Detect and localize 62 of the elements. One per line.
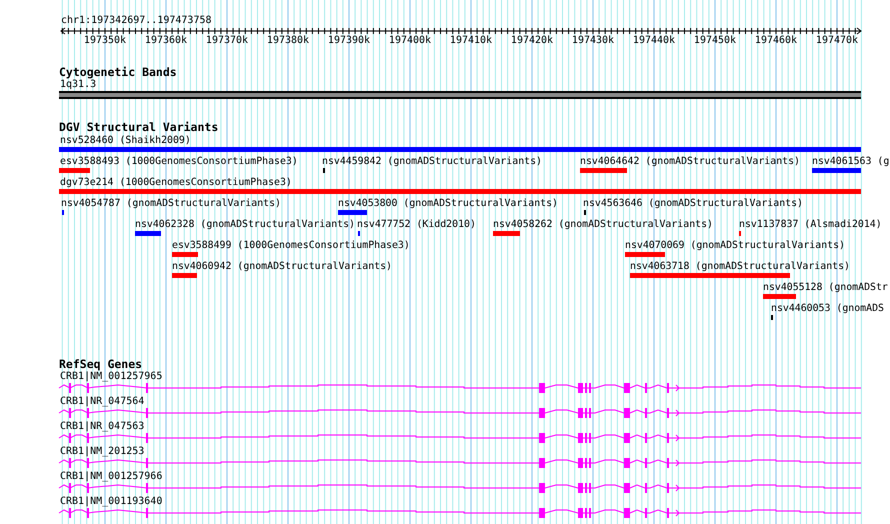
tick-label: 197400k [388,35,432,47]
transcript-label: CRB1|NM_001257966 [60,471,162,483]
tick-label: 197440k [632,35,676,47]
variant-label: nsv1137837 (Alsmadi2014) [739,218,882,231]
tick-label: 197350k [82,35,128,47]
gene-model-drawing[interactable] [58,508,862,518]
location-label: chr1:197342697..197473758 [61,15,212,27]
gene-model-drawing[interactable] [58,383,862,393]
gene-model-drawing[interactable] [58,408,862,418]
transcript-label: CRB1|NR_047563 [60,421,144,433]
variant-bar[interactable] [625,252,665,257]
variant-label: nsv477752 (Kidd2010) [357,218,476,231]
track-title: DGV Structural Variants [59,121,218,134]
variant-label: nsv4058262 (gnomADStructuralVariants) [493,218,713,231]
tick-label: 197410k [448,35,494,47]
variant-label: nsv4063718 (gnomADStructuralVariants) [630,260,850,273]
variant-label: nsv4459842 (gnomADStructuralVariants) [322,155,542,168]
tick-label: 197460k [754,35,798,47]
tick-label: 197360k [144,35,188,47]
variant-label: nsv4061563 (g [812,155,890,168]
track-title: RefSeq Genes [59,358,142,371]
variant-label: nsv4054787 (gnomADStructuralVariants) [61,197,281,210]
variant-label: dgv73e214 (1000GenomesConsortiumPhase3) [60,176,292,189]
variant-label: nsv4460053 (gnomADS [771,302,884,315]
transcript-label: CRB1|NM_001257965 [60,371,162,383]
variant-bar[interactable] [59,168,90,173]
variant-label: nsv4563646 (gnomADStructuralVariants) [583,197,803,210]
tick-label: 197380k [266,35,310,47]
variant-bar[interactable] [59,147,861,152]
variant-label: nsv4070069 (gnomADStructuralVariants) [625,239,845,252]
gene-model-drawing[interactable] [58,458,862,468]
tick-label: 197450k [692,35,738,47]
variant-bar[interactable] [59,189,861,194]
variant-bar[interactable] [338,210,367,215]
tick-label: 197420k [510,35,554,47]
variant-bar[interactable] [172,273,197,278]
variant-label: nsv4060942 (gnomADStructuralVariants) [172,260,392,273]
transcript-label: CRB1|NR_047564 [60,396,144,408]
variant-label: esv3588493 (1000GenomesConsortiumPhase3) [60,155,298,168]
variant-bar[interactable] [580,168,627,173]
variant-bar[interactable] [172,252,198,257]
variant-bar[interactable] [630,273,790,278]
tick-label: 197430k [570,35,616,47]
gene-model-drawing[interactable] [58,483,862,493]
variant-bar[interactable] [493,231,520,236]
gene-model-drawing[interactable] [58,433,862,443]
tick-label: 197390k [326,35,372,47]
variant-bar[interactable] [763,294,796,299]
variant-bar[interactable] [135,231,161,236]
variant-bar[interactable] [812,168,861,173]
variant-label: nsv4055128 (gnomADStr [763,281,888,294]
track-title: Cytogenetic Bands [59,66,177,79]
variant-label: nsv528460 (Shaikh2009) [60,134,191,147]
band-label: 1q31.3 [60,79,96,91]
tick-label: 197470k [814,35,860,47]
variant-label: esv3588499 (1000GenomesConsortiumPhase3) [172,239,410,252]
transcript-label: CRB1|NM_001193640 [60,496,162,508]
variant-label: nsv4062328 (gnomADStructuralVariants) [135,218,355,231]
tick-label: 197370k [204,35,250,47]
transcript-label: CRB1|NM_201253 [60,446,144,458]
variant-label: nsv4064642 (gnomADStructuralVariants) [580,155,800,168]
variant-label: nsv4053800 (gnomADStructuralVariants) [338,197,558,210]
